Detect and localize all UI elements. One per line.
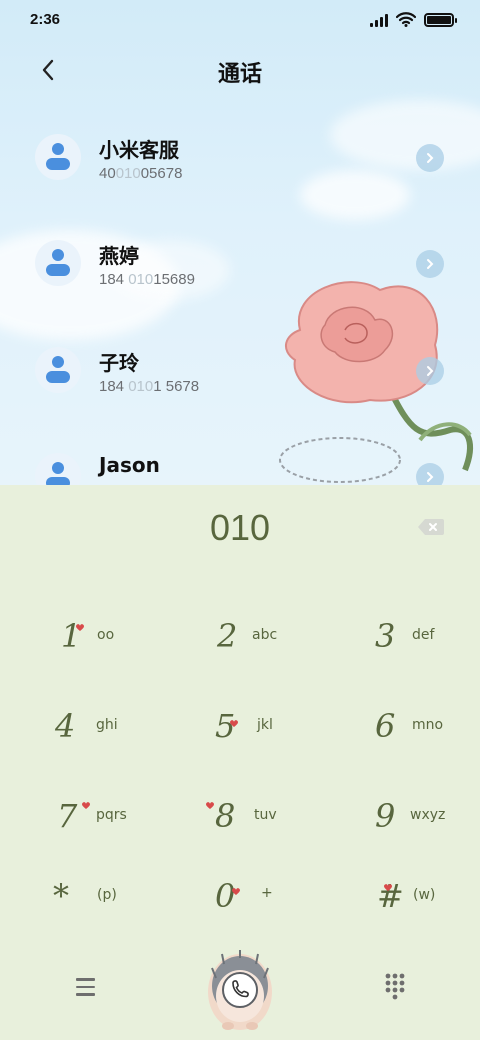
contact-number: 184 01015689 — [99, 271, 195, 288]
status-icons — [370, 12, 457, 27]
avatar — [35, 134, 81, 180]
avatar — [35, 453, 81, 485]
contact-name: 小米客服 — [99, 138, 179, 162]
key-7[interactable]: 7 pqrs — [45, 793, 185, 849]
key-3[interactable]: 3 def — [365, 613, 480, 669]
contact-item[interactable]: 子玲 184 0101 5678 — [0, 333, 480, 413]
status-bar: 2:36 — [0, 0, 480, 42]
key-6[interactable]: 6 mno — [365, 703, 480, 759]
signal-icon — [370, 13, 388, 27]
heart-icon — [232, 888, 240, 895]
heart-icon — [206, 802, 214, 809]
status-time: 2:36 — [30, 11, 61, 28]
chevron-right-icon — [427, 472, 434, 482]
key-4[interactable]: 4 ghi — [45, 703, 185, 759]
contact-detail-button[interactable] — [416, 463, 444, 485]
contact-detail-button[interactable] — [416, 250, 444, 278]
key-0[interactable]: 0 + — [205, 873, 345, 929]
key-2[interactable]: 2 abc — [205, 613, 345, 669]
contact-results-area: 2:36 通话 小米客服 4001005678 燕婷 184 01015689 … — [0, 0, 480, 485]
key-1[interactable]: 1 oo — [45, 613, 185, 669]
heart-icon — [76, 624, 84, 631]
key-hash[interactable]: # (w) — [365, 873, 480, 929]
dialed-number: 010 — [209, 507, 271, 548]
contact-item[interactable]: 燕婷 184 01015689 — [0, 226, 480, 306]
chevron-right-icon — [427, 259, 434, 269]
backspace-icon[interactable] — [417, 517, 445, 537]
bottom-bar — [0, 948, 480, 1040]
battery-icon — [424, 12, 457, 27]
chevron-right-icon — [427, 366, 434, 376]
key-5[interactable]: 5 jkl — [205, 703, 345, 759]
contact-item[interactable]: 小米客服 4001005678 — [0, 120, 480, 200]
contact-name: 子玲 — [99, 351, 139, 375]
contact-name: 燕婷 — [99, 244, 139, 268]
key-star[interactable]: * (p) — [45, 873, 185, 929]
contact-detail-button[interactable] — [416, 357, 444, 385]
heart-icon — [82, 802, 90, 809]
menu-icon[interactable] — [70, 972, 100, 1002]
heart-icon — [230, 720, 238, 727]
key-8[interactable]: 8 tuv — [205, 793, 345, 849]
key-9[interactable]: 9 wxyz — [365, 793, 480, 849]
contact-name: Jason — [99, 453, 160, 477]
keypad-icon[interactable] — [380, 970, 410, 1004]
avatar — [35, 240, 81, 286]
avatar — [35, 347, 81, 393]
heart-icon — [384, 884, 392, 891]
phone-icon[interactable] — [206, 950, 274, 1032]
contact-detail-button[interactable] — [416, 144, 444, 172]
contact-number: 184 0101 5678 — [99, 378, 200, 395]
contact-number: 4001005678 — [99, 165, 183, 182]
contact-item[interactable]: Jason — [0, 439, 480, 485]
chevron-right-icon — [427, 153, 434, 163]
page-title: 通话 — [217, 62, 262, 87]
header: 通话 — [0, 50, 480, 90]
wifi-icon — [396, 12, 416, 27]
